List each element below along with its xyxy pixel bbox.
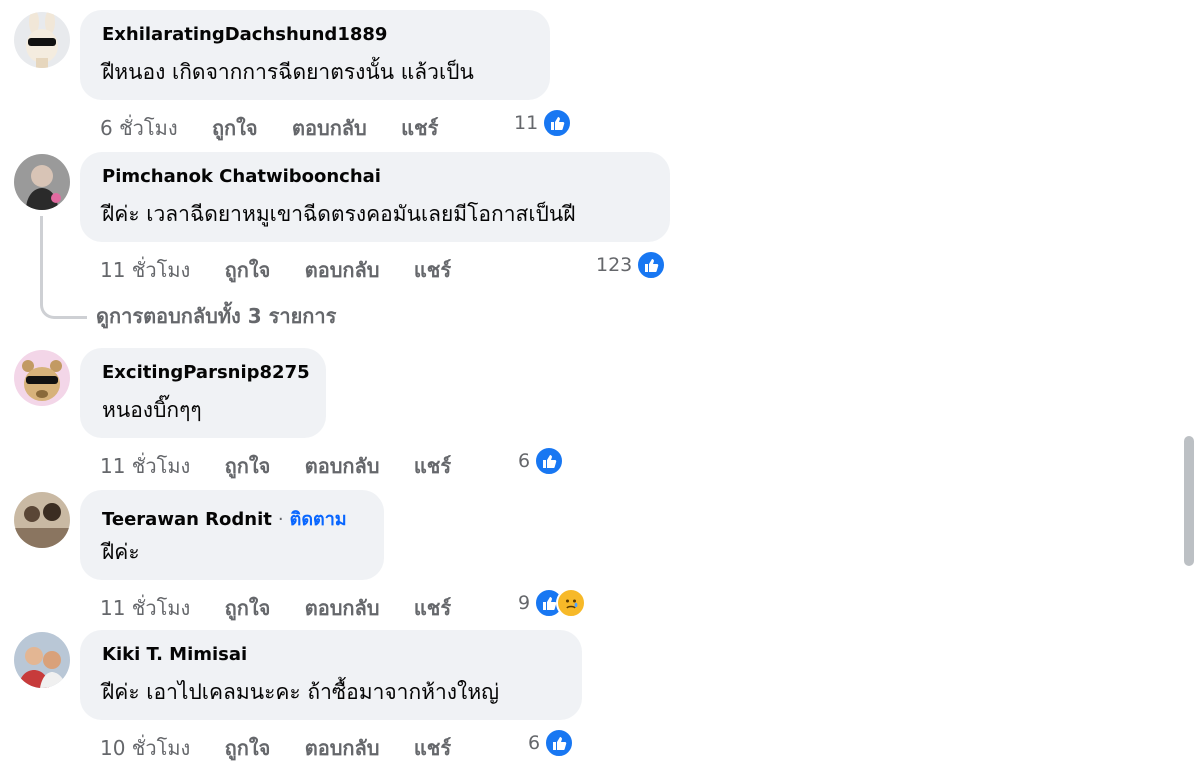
avatar[interactable] — [14, 492, 70, 548]
comment-text: ฝีค่ะ เวลาฉีดยาหมูเขาฉีดตรงคอมันเลยมีโอก… — [102, 202, 576, 226]
share-button[interactable]: แชร์ — [414, 254, 451, 286]
reply-button[interactable]: ตอบกลับ — [292, 112, 367, 144]
comment-text: หนองบิ๊กๆๆ — [102, 398, 202, 422]
share-button[interactable]: แชร์ — [401, 112, 438, 144]
comment-author[interactable]: Teerawan Rodnit — [102, 509, 272, 530]
avatar[interactable] — [14, 12, 70, 68]
reply-button[interactable]: ตอบกลับ — [305, 450, 380, 482]
avatar[interactable] — [14, 154, 70, 210]
comment-actions: 6 ชั่วโมง ถูกใจ ตอบกลับ แชร์ — [100, 112, 438, 144]
like-button[interactable]: ถูกใจ — [225, 450, 271, 482]
comment-actions: 11 ชั่วโมง ถูกใจ ตอบกลับ แชร์ — [100, 592, 451, 624]
comment-actions: 11 ชั่วโมง ถูกใจ ตอบกลับ แชร์ — [100, 254, 451, 286]
comment-actions: 11 ชั่วโมง ถูกใจ ตอบกลับ แชร์ — [100, 450, 451, 482]
reaction-count: 9 — [518, 592, 531, 614]
like-button[interactable]: ถูกใจ — [225, 254, 271, 286]
comment-author[interactable]: Pimchanok Chatwiboonchai — [102, 166, 381, 187]
reply-button[interactable]: ตอบกลับ — [305, 592, 380, 624]
reply-button[interactable]: ตอบกลับ — [305, 732, 380, 764]
like-button[interactable]: ถูกใจ — [225, 732, 271, 764]
reaction-summary[interactable]: 9 — [518, 588, 587, 618]
comment-bubble: Pimchanok Chatwiboonchai ฝีค่ะ เวลาฉีดยา… — [80, 152, 670, 242]
reaction-count: 6 — [518, 450, 531, 472]
comment-bubble: Kiki T. Mimisai ฝีค่ะ เอาไปเคลมนะคะ ถ้าซ… — [80, 630, 582, 720]
reaction-summary[interactable]: 6 — [528, 728, 575, 758]
comment-timestamp[interactable]: 10 ชั่วโมง — [100, 732, 190, 764]
comment-bubble: ExcitingParsnip8275 หนองบิ๊กๆๆ — [80, 348, 326, 438]
comment-bubble: Teerawan Rodnit · ติดตาม ฝีค่ะ — [80, 490, 384, 580]
reply-thread-line — [40, 216, 87, 319]
follow-button[interactable]: ติดตาม — [290, 509, 347, 530]
comment-timestamp[interactable]: 6 ชั่วโมง — [100, 112, 178, 144]
scrollbar[interactable] — [1184, 436, 1194, 566]
avatar[interactable] — [14, 350, 70, 406]
sad-icon — [556, 588, 587, 618]
share-button[interactable]: แชร์ — [414, 732, 451, 764]
comment-text: ฝีหนอง เกิดจากการฉีดยาตรงนั้น แล้วเป็น — [102, 60, 474, 84]
like-icon — [636, 250, 667, 280]
like-button[interactable]: ถูกใจ — [212, 112, 258, 144]
reaction-summary[interactable]: 11 — [514, 108, 573, 138]
comment-text: ฝีค่ะ — [102, 540, 140, 564]
separator-dot: · — [277, 509, 284, 530]
comment-bubble: ExhilaratingDachshund1889 ฝีหนอง เกิดจาก… — [80, 10, 550, 100]
like-button[interactable]: ถูกใจ — [225, 592, 271, 624]
reaction-summary[interactable]: 123 — [596, 250, 667, 280]
share-button[interactable]: แชร์ — [414, 450, 451, 482]
like-icon — [534, 446, 565, 476]
like-icon — [542, 108, 573, 138]
avatar[interactable] — [14, 632, 70, 688]
comment-author[interactable]: ExcitingParsnip8275 — [102, 362, 310, 383]
comment-actions: 10 ชั่วโมง ถูกใจ ตอบกลับ แชร์ — [100, 732, 451, 764]
comment-timestamp[interactable]: 11 ชั่วโมง — [100, 450, 190, 482]
comment-author-line: Teerawan Rodnit · ติดตาม — [102, 504, 347, 533]
comment-author[interactable]: Kiki T. Mimisai — [102, 644, 247, 665]
share-button[interactable]: แชร์ — [414, 592, 451, 624]
reply-button[interactable]: ตอบกลับ — [305, 254, 380, 286]
comment-timestamp[interactable]: 11 ชั่วโมง — [100, 592, 190, 624]
comment-text: ฝีค่ะ เอาไปเคลมนะคะ ถ้าซื้อมาจากห้างใหญ่ — [102, 680, 500, 704]
view-replies-link[interactable]: ดูการตอบกลับทั้ง 3 รายการ — [96, 300, 336, 332]
comment-author[interactable]: ExhilaratingDachshund1889 — [102, 24, 387, 45]
comment-timestamp[interactable]: 11 ชั่วโมง — [100, 254, 190, 286]
reaction-count: 6 — [528, 732, 541, 754]
like-icon — [544, 728, 575, 758]
reaction-count: 11 — [514, 112, 539, 134]
reaction-summary[interactable]: 6 — [518, 446, 565, 476]
reaction-count: 123 — [596, 254, 633, 276]
